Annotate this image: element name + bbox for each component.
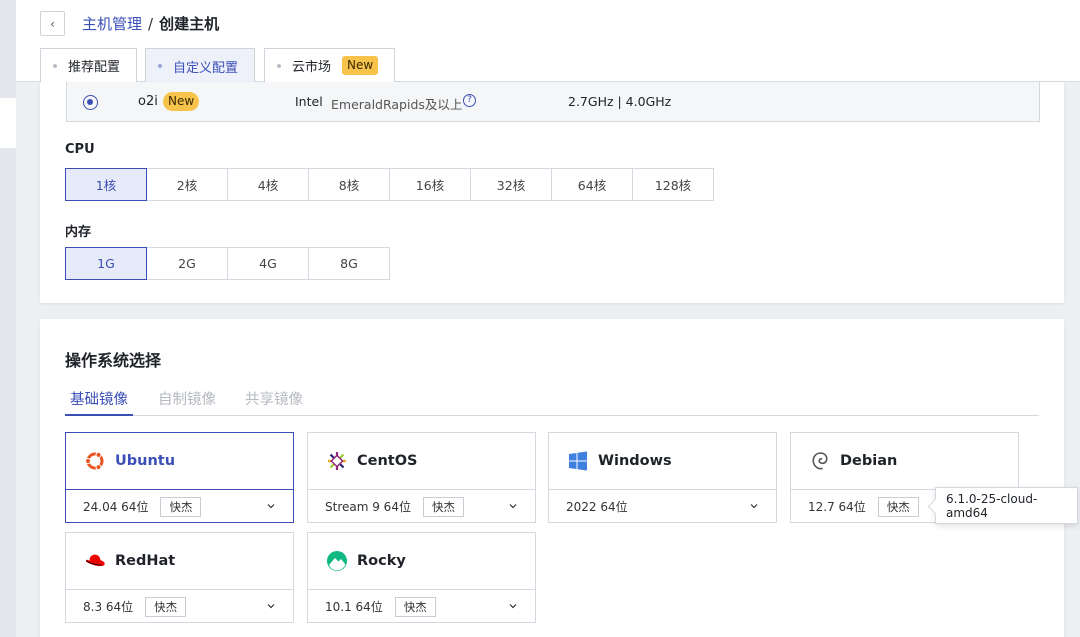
os-version: 10.1 64位	[325, 600, 383, 614]
cpu-option[interactable]: 4核	[227, 168, 309, 201]
memory-option[interactable]: 1G	[65, 247, 147, 280]
os-card-rocky[interactable]: Rocky 10.1 64位 快杰	[307, 532, 536, 623]
question-icon[interactable]: ?	[463, 94, 476, 107]
memory-option[interactable]: 4G	[227, 247, 309, 280]
os-version-select[interactable]: 24.04 64位 快杰	[66, 489, 293, 523]
page-title: 创建主机	[159, 15, 220, 33]
cpu-option[interactable]: 2核	[146, 168, 228, 201]
os-version-select[interactable]: Stream 9 64位 快杰	[308, 489, 535, 523]
os-tag: 快杰	[145, 596, 187, 617]
os-name: Ubuntu	[115, 453, 176, 469]
tab-dot-icon	[277, 63, 281, 68]
os-card-header: RedHat	[66, 533, 293, 589]
cpu-option[interactable]: 128核	[632, 168, 714, 201]
left-sidebar-strip	[0, 0, 16, 637]
memory-option[interactable]: 2G	[146, 247, 228, 280]
cpu-brand: Intel	[295, 94, 323, 109]
os-name: Debian	[840, 453, 898, 469]
os-name: Rocky	[357, 553, 406, 569]
tab-custom[interactable]: 自定义配置	[145, 48, 255, 83]
os-card-windows[interactable]: Windows 2022 64位	[548, 432, 777, 523]
os-version: Stream 9 64位	[325, 500, 411, 514]
version-tooltip: 6.1.0-25-cloud-amd64	[935, 487, 1078, 524]
redhat-icon	[84, 550, 106, 572]
os-selection-card: 操作系统选择 基础镜像 自制镜像 共享镜像 Ubuntu 24.04 64位 快…	[40, 319, 1064, 637]
os-card-header: Debian	[791, 433, 1018, 489]
cpu-arch: EmeraldRapids及以上	[331, 97, 463, 112]
tab-marketplace[interactable]: 云市场 New	[264, 48, 395, 82]
os-card-header: Rocky	[308, 533, 535, 589]
os-section-title: 操作系统选择	[65, 351, 162, 370]
os-name: Windows	[598, 453, 672, 469]
instance-name: o2i	[138, 94, 158, 109]
cpu-option[interactable]: 1核	[65, 168, 147, 201]
breadcrumb: 主机管理 / 创建主机	[82, 13, 219, 34]
os-version: 2022 64位	[566, 500, 628, 514]
cpu-frequency: 2.7GHz | 4.0GHz	[568, 94, 672, 109]
chevron-down-icon	[509, 504, 517, 509]
tab-custom-images[interactable]: 自制镜像	[158, 388, 216, 416]
os-tag: 快杰	[394, 596, 436, 617]
breadcrumb-separator: /	[148, 15, 154, 33]
os-version-select[interactable]: 10.1 64位 快杰	[308, 589, 535, 623]
ubuntu-icon	[84, 450, 106, 472]
memory-label: 内存	[65, 225, 92, 240]
os-card-header: Windows	[549, 433, 776, 489]
breadcrumb-parent-link[interactable]: 主机管理	[82, 15, 142, 33]
new-badge: New	[342, 56, 379, 75]
tab-base-images[interactable]: 基础镜像	[65, 388, 133, 416]
tab-dot-icon	[53, 63, 57, 68]
cpu-selector: 1核 2核 4核 8核 16核 32核 64核 128核	[65, 168, 714, 201]
chevron-down-icon	[267, 504, 275, 509]
tab-shared-images[interactable]: 共享镜像	[245, 388, 303, 416]
debian-icon	[809, 450, 831, 472]
os-version: 24.04 64位	[83, 500, 149, 514]
tab-recommended[interactable]: 推荐配置	[40, 48, 137, 82]
page-header: ‹ 主机管理 / 创建主机 推荐配置 自定义配置 云市场 New	[16, 0, 1080, 83]
os-card-header: CentOS	[308, 433, 535, 489]
memory-option[interactable]: 8G	[308, 247, 390, 280]
os-tag: 快杰	[422, 496, 464, 517]
os-version-select[interactable]: 2022 64位	[549, 489, 776, 523]
os-card-header: Ubuntu	[66, 433, 293, 489]
instance-config-card: o2i New Intel EmeraldRapids及以上 ? 2.7GHz …	[40, 82, 1064, 303]
cpu-option[interactable]: 8核	[308, 168, 390, 201]
chevron-down-icon	[750, 504, 758, 509]
new-badge: New	[163, 92, 200, 111]
os-image-tabs: 基础镜像 自制镜像 共享镜像	[65, 388, 1039, 416]
os-version: 8.3 64位	[83, 600, 134, 614]
os-tag: 快杰	[160, 496, 202, 517]
cpu-option[interactable]: 32核	[470, 168, 552, 201]
cpu-option[interactable]: 64核	[551, 168, 633, 201]
os-card-ubuntu[interactable]: Ubuntu 24.04 64位 快杰	[65, 432, 294, 523]
os-name: CentOS	[357, 453, 418, 469]
tab-label: 推荐配置	[68, 60, 121, 75]
memory-selector: 1G 2G 4G 8G	[65, 247, 390, 280]
os-version-select[interactable]: 8.3 64位 快杰	[66, 589, 293, 623]
rocky-icon	[326, 550, 348, 572]
os-card-redhat[interactable]: RedHat 8.3 64位 快杰	[65, 532, 294, 623]
cpu-label: CPU	[65, 142, 95, 157]
centos-icon	[326, 450, 348, 472]
os-tag: 快杰	[877, 496, 919, 517]
tab-dot-icon	[158, 64, 162, 68]
os-card-centos[interactable]: CentOS Stream 9 64位 快杰	[307, 432, 536, 523]
tab-label: 云市场	[292, 60, 332, 75]
sidebar-highlight	[0, 98, 16, 148]
instance-radio[interactable]	[83, 95, 98, 110]
chevron-left-icon: ‹	[50, 16, 55, 31]
back-button[interactable]: ‹	[40, 11, 65, 36]
tab-label: 自定义配置	[173, 60, 239, 76]
instance-type-row[interactable]: o2i New Intel EmeraldRapids及以上 ? 2.7GHz …	[66, 82, 1040, 122]
windows-icon	[567, 450, 589, 472]
chevron-down-icon	[267, 604, 275, 609]
os-name: RedHat	[115, 553, 176, 569]
chevron-down-icon	[509, 604, 517, 609]
os-version: 12.7 64位	[808, 500, 866, 514]
cpu-option[interactable]: 16核	[389, 168, 471, 201]
